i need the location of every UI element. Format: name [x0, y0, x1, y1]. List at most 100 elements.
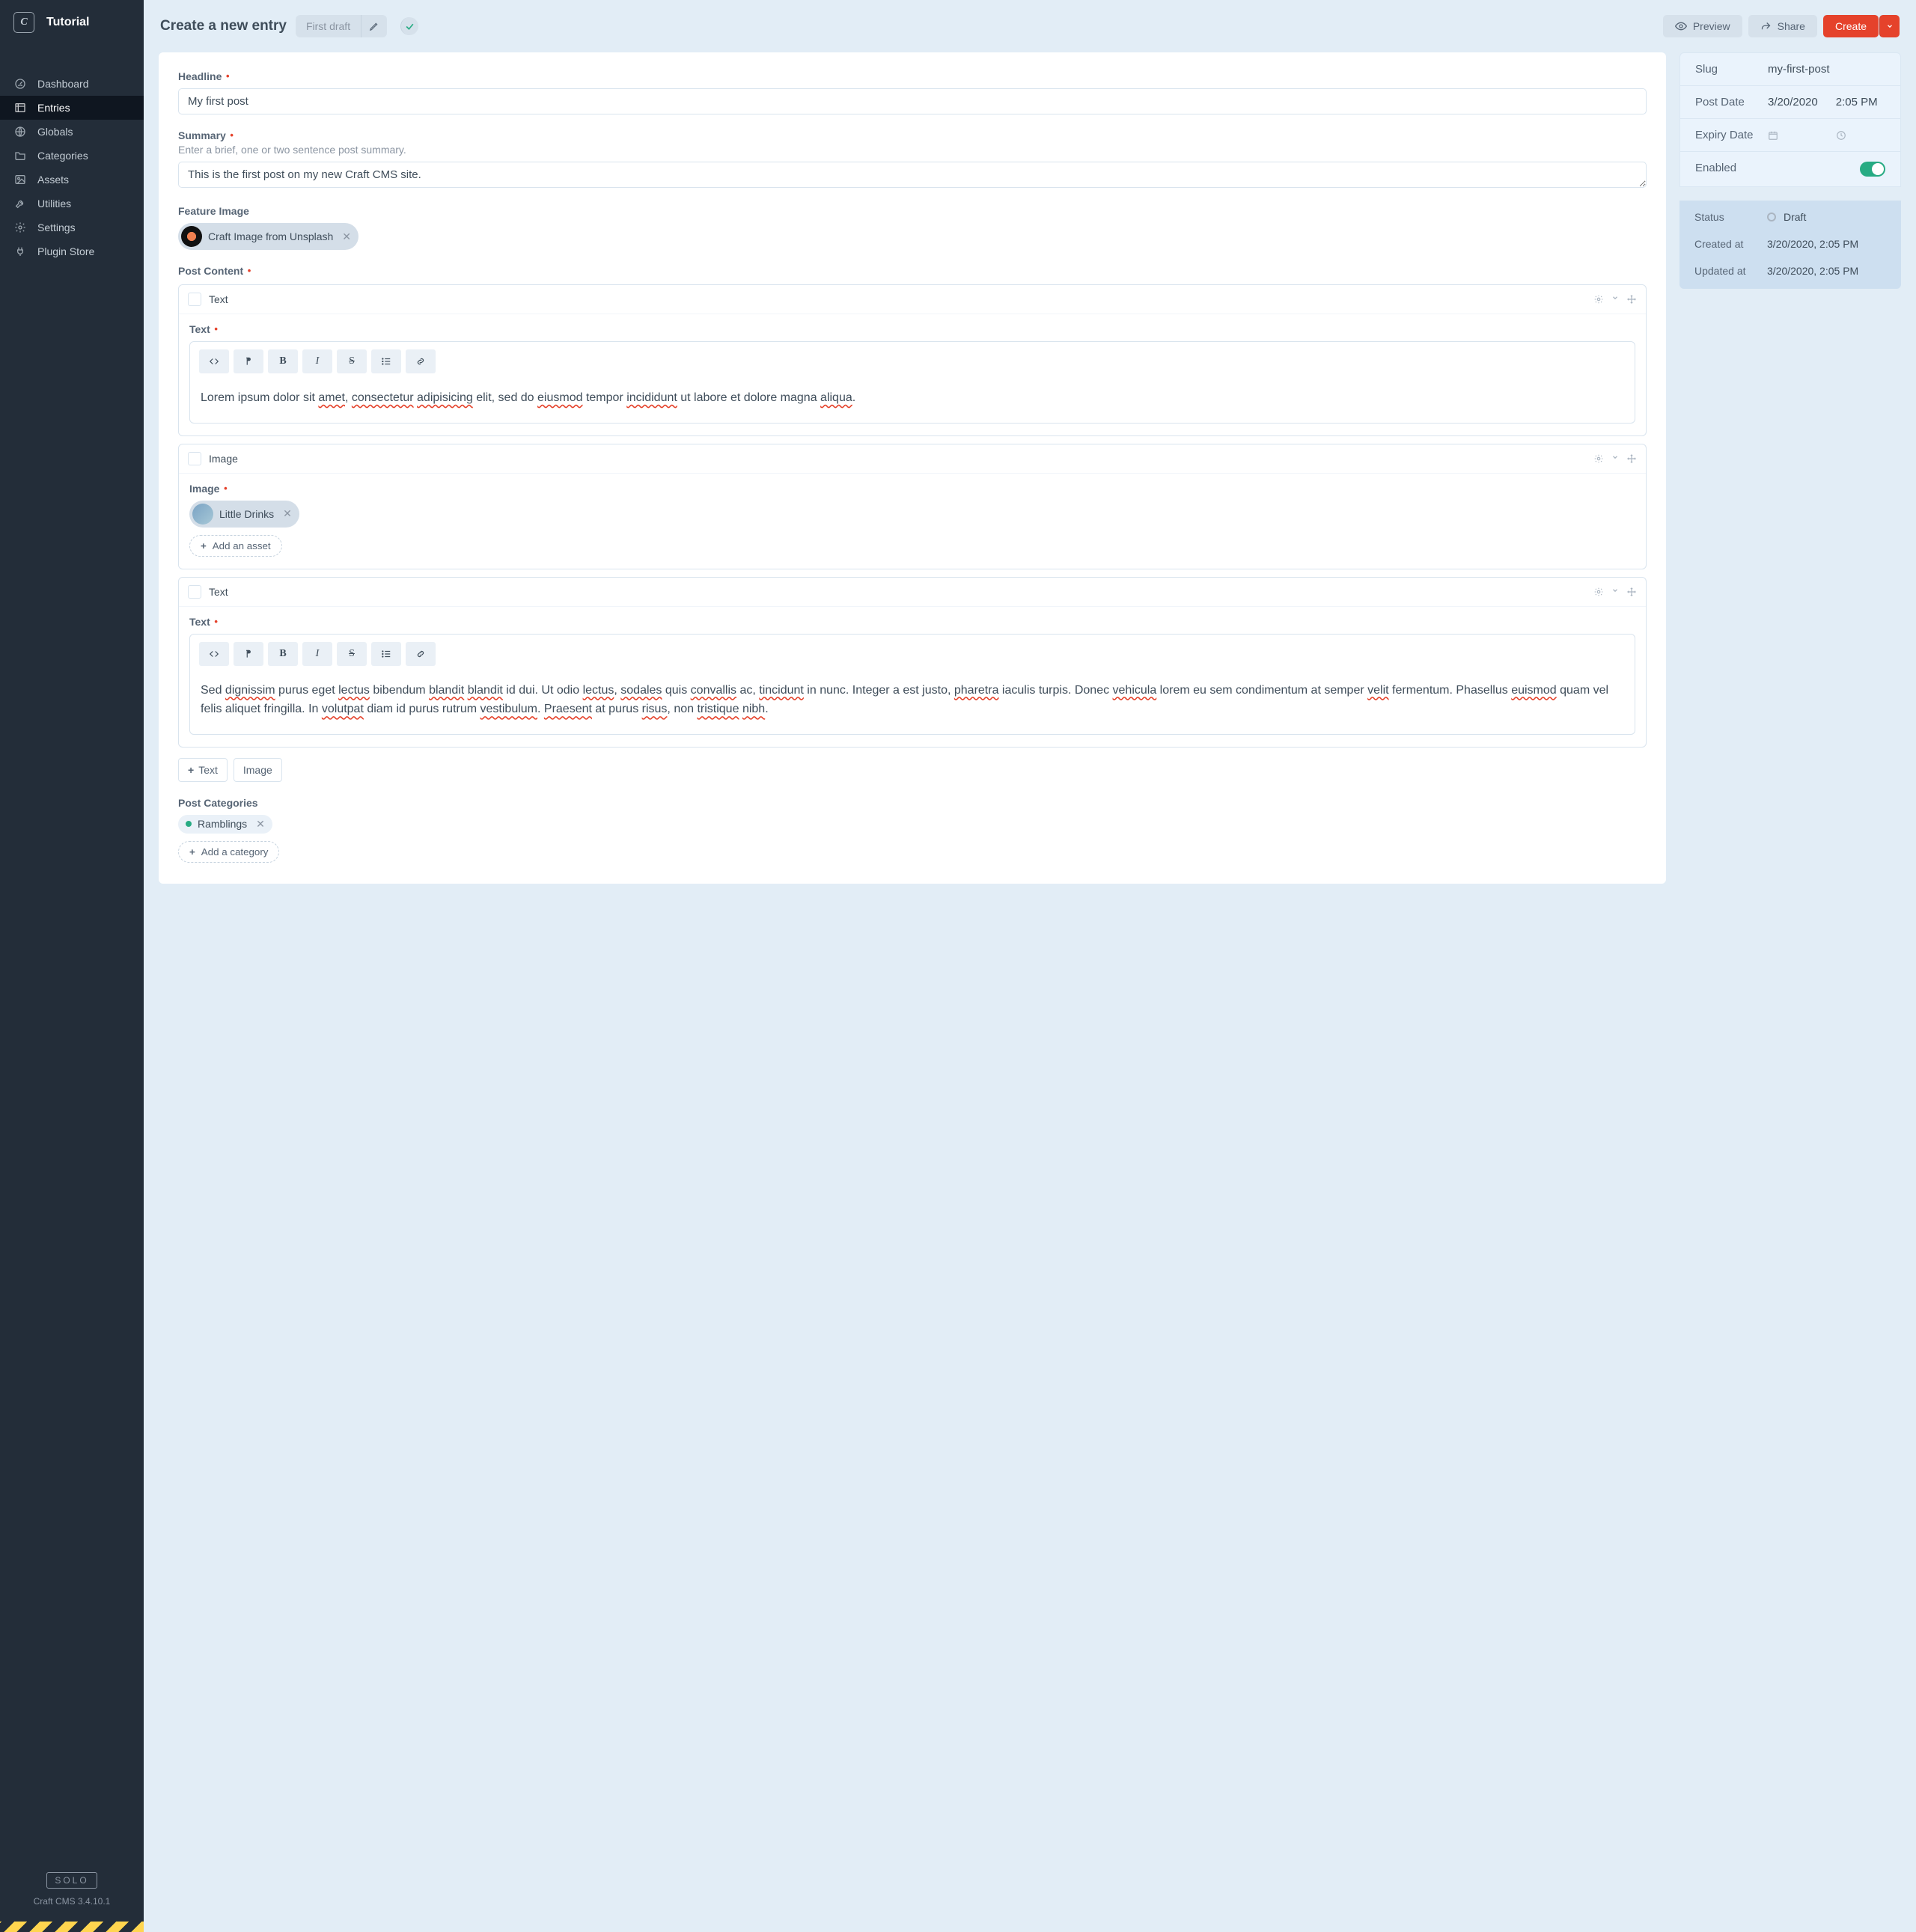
status-value: Draft [1784, 211, 1806, 223]
editor-strike-button[interactable]: S [337, 642, 367, 666]
sidebar-item-settings[interactable]: Settings [0, 215, 144, 239]
block-settings-icon[interactable] [1593, 587, 1604, 597]
editor-html-button[interactable] [199, 349, 229, 373]
sidebar-item-label: Settings [37, 221, 76, 233]
editor-list-button[interactable] [371, 349, 401, 373]
editor-list-button[interactable] [371, 642, 401, 666]
chevron-down-icon[interactable] [1611, 453, 1619, 464]
status-panel: Status Draft Created at 3/20/2020, 2:05 … [1679, 201, 1901, 289]
post-content-label: Post Content [178, 265, 1647, 277]
calendar-icon[interactable] [1768, 130, 1778, 141]
add-image-block-button[interactable]: Image [234, 758, 282, 782]
editor-content[interactable]: Lorem ipsum dolor sit amet, consectetur … [190, 373, 1635, 423]
slug-key: Slug [1695, 63, 1768, 76]
add-category-button[interactable]: +Add a category [178, 841, 279, 863]
slug-value[interactable]: my-first-post [1768, 63, 1885, 76]
share-icon [1760, 21, 1772, 32]
wrench-icon [13, 197, 27, 210]
sidebar-item-entries[interactable]: Entries [0, 96, 144, 120]
block-checkbox[interactable] [188, 452, 201, 465]
block-settings-icon[interactable] [1593, 453, 1604, 464]
block-settings-icon[interactable] [1593, 294, 1604, 305]
drag-icon[interactable] [1626, 294, 1637, 305]
post-time-value[interactable]: 2:05 PM [1836, 96, 1878, 108]
sidebar-item-label: Plugin Store [37, 245, 94, 257]
editor-link-button[interactable] [406, 642, 436, 666]
matrix-block: Text Text B I S Sed dignissim purus eget… [178, 577, 1647, 748]
sidebar-item-utilities[interactable]: Utilities [0, 192, 144, 215]
save-draft-button[interactable] [400, 17, 418, 35]
drag-icon[interactable] [1626, 453, 1637, 464]
rich-text-editor: B I S Sed dignissim purus eget lectus bi… [189, 634, 1635, 735]
block-field-label: Text [189, 323, 1635, 335]
editor-italic-button[interactable]: I [302, 642, 332, 666]
hazard-stripe [0, 1922, 144, 1932]
add-text-block-button[interactable]: +Text [178, 758, 228, 782]
globe-icon [13, 125, 27, 138]
sidebar-item-globals[interactable]: Globals [0, 120, 144, 144]
feature-image-chip[interactable]: Craft Image from Unsplash ✕ [178, 223, 359, 250]
chip-thumb-icon [192, 504, 213, 525]
editor-format-button[interactable] [234, 349, 263, 373]
edit-draft-button[interactable] [361, 15, 387, 37]
edition-badge: SOLO [46, 1872, 97, 1889]
share-button[interactable]: Share [1748, 15, 1817, 37]
block-checkbox[interactable] [188, 585, 201, 599]
headline-label: Headline [178, 70, 1647, 82]
sidebar-header: C Tutorial [0, 0, 144, 49]
updated-key: Updated at [1694, 265, 1767, 277]
block-type-label: Text [209, 293, 228, 305]
post-date-value[interactable]: 3/20/2020 [1768, 96, 1818, 108]
block-type-label: Text [209, 586, 228, 598]
asset-chip[interactable]: Little Drinks ✕ [189, 501, 299, 528]
headline-input[interactable] [178, 88, 1647, 114]
chip-remove-icon[interactable]: ✕ [339, 230, 351, 243]
entry-form-panel: Headline Summary Enter a brief, one or t… [159, 52, 1666, 884]
summary-label: Summary [178, 129, 1647, 141]
gear-icon [13, 221, 27, 234]
create-menu-caret[interactable] [1879, 15, 1900, 37]
sidebar-item-assets[interactable]: Assets [0, 168, 144, 192]
editor-content[interactable]: Sed dignissim purus eget lectus bibendum… [190, 666, 1635, 734]
post-categories-label: Post Categories [178, 797, 1647, 809]
create-button[interactable]: Create [1823, 15, 1879, 37]
drag-icon[interactable] [1626, 587, 1637, 597]
app-sidebar: C Tutorial DashboardEntries Globals Catego… [0, 0, 144, 1922]
matrix-block: Text Text B I S Lorem ipsum dolor sit am… [178, 284, 1647, 436]
preview-button[interactable]: Preview [1663, 15, 1742, 37]
brand-logo-icon: C [13, 12, 34, 33]
chip-remove-icon[interactable]: ✕ [280, 507, 292, 520]
editor-format-button[interactable] [234, 642, 263, 666]
enabled-toggle[interactable] [1860, 162, 1885, 177]
summary-help: Enter a brief, one or two sentence post … [178, 144, 1647, 156]
image-icon [13, 173, 27, 186]
editor-italic-button[interactable]: I [302, 349, 332, 373]
status-key: Status [1694, 211, 1767, 223]
editor-bold-button[interactable]: B [268, 642, 298, 666]
sidebar-item-label: Categories [37, 150, 88, 162]
chevron-down-icon[interactable] [1611, 587, 1619, 597]
block-field-label: Image [189, 483, 1635, 495]
eye-icon [1675, 20, 1687, 32]
matrix-block: Image Image Little Drinks ✕ + Add an ass… [178, 444, 1647, 569]
version-text: Craft CMS 3.4.10.1 [34, 1896, 111, 1907]
editor-link-button[interactable] [406, 349, 436, 373]
sidebar-item-dashboard[interactable]: Dashboard [0, 72, 144, 96]
clock-icon[interactable] [1836, 130, 1846, 141]
editor-html-button[interactable] [199, 642, 229, 666]
editor-strike-button[interactable]: S [337, 349, 367, 373]
sidebar-item-categories[interactable]: Categories [0, 144, 144, 168]
sidebar-footer: SOLO Craft CMS 3.4.10.1 [0, 1859, 144, 1922]
summary-textarea[interactable]: This is the first post on my new Craft C… [178, 162, 1647, 188]
chevron-down-icon[interactable] [1611, 294, 1619, 305]
updated-value: 3/20/2020, 2:05 PM [1767, 265, 1858, 277]
sidebar-item-label: Globals [37, 126, 73, 138]
category-remove-icon[interactable]: ✕ [253, 818, 265, 831]
sidebar-item-plugin-store[interactable]: Plugin Store [0, 239, 144, 263]
editor-bold-button[interactable]: B [268, 349, 298, 373]
brand-title: Tutorial [46, 16, 89, 29]
revision-label[interactable]: First draft [296, 15, 361, 37]
block-checkbox[interactable] [188, 293, 201, 306]
category-chip[interactable]: Ramblings ✕ [178, 815, 272, 834]
add-asset-button[interactable]: + Add an asset [189, 535, 282, 557]
